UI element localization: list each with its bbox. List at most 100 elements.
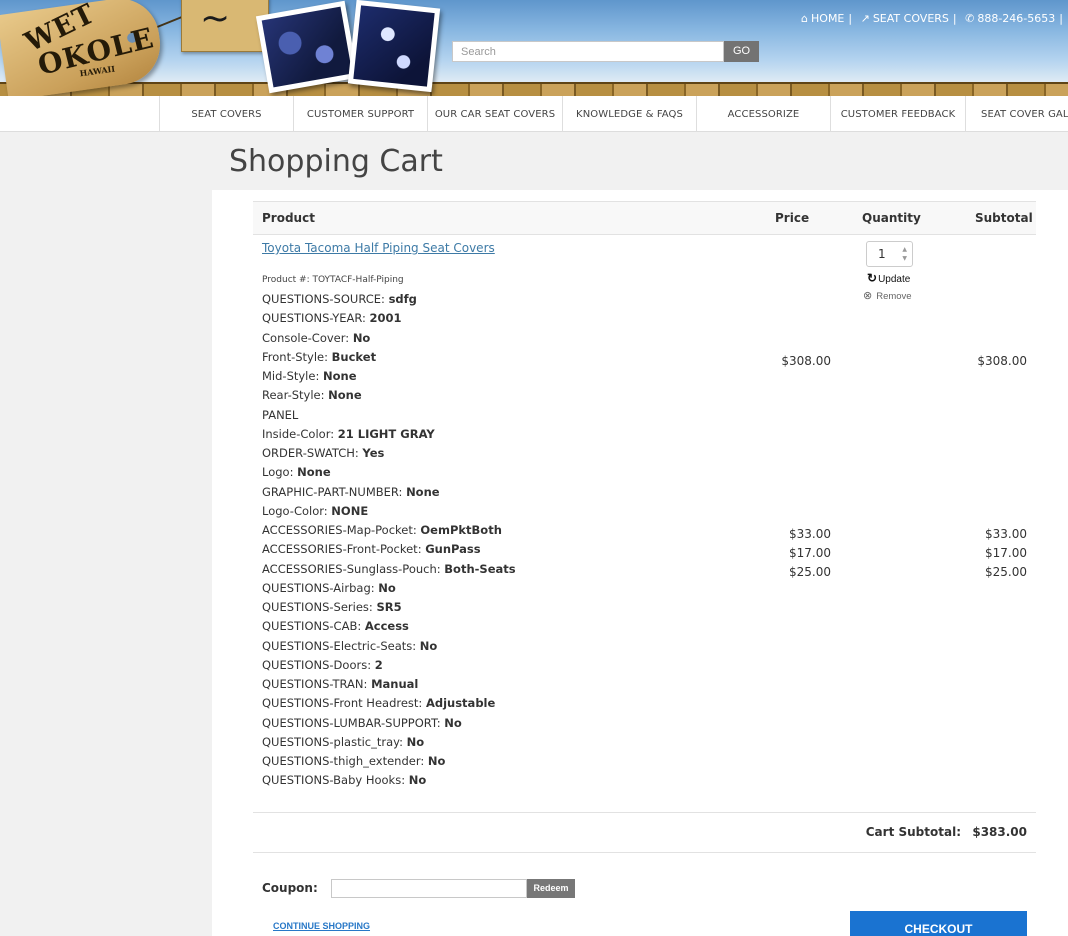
option-value: No bbox=[408, 773, 427, 788]
product-option-row: QUESTIONS-Series: SR5 bbox=[262, 598, 762, 617]
option-value: Access bbox=[364, 619, 409, 634]
option-label: QUESTIONS-TRAN: bbox=[262, 677, 372, 691]
accessory-subtotal: $25.00 bbox=[985, 565, 1027, 579]
option-value: SR5 bbox=[376, 600, 402, 614]
option-value: Both-Seats bbox=[444, 561, 516, 576]
continue-shopping-link[interactable]: CONTINUE SHOPPING bbox=[273, 921, 370, 931]
option-label: QUESTIONS-SOURCE: bbox=[262, 292, 389, 306]
accessory-price: $17.00 bbox=[789, 546, 831, 560]
product-option-row: Logo-Color: NONE bbox=[262, 502, 762, 521]
product-option-row: QUESTIONS-SOURCE: sdfg bbox=[262, 290, 762, 309]
option-label: Console-Cover: bbox=[262, 330, 353, 345]
stepper-arrows-icon[interactable]: ▲ ▼ bbox=[902, 245, 907, 263]
product-option-row: ORDER-SWATCH: Yes bbox=[262, 444, 762, 463]
option-label: QUESTIONS-Series: bbox=[262, 600, 377, 614]
option-label: QUESTIONS-Front Headrest: bbox=[262, 696, 426, 711]
seat-photo-1 bbox=[255, 0, 359, 94]
redeem-button[interactable]: Redeem bbox=[527, 879, 575, 898]
product-option-row: QUESTIONS-Airbag: No bbox=[262, 579, 762, 598]
option-label: PANEL bbox=[262, 407, 299, 422]
option-value: No bbox=[427, 754, 446, 768]
option-value: Manual bbox=[371, 677, 419, 691]
remove-circle-icon: ⊗ bbox=[863, 290, 873, 302]
option-value: No bbox=[378, 580, 396, 595]
quantity-stepper[interactable]: 1 ▲ ▼ bbox=[866, 241, 913, 267]
option-value: Adjustable bbox=[425, 696, 496, 711]
product-option-row: QUESTIONS-thigh_extender: No bbox=[262, 752, 762, 771]
coupon-label: Coupon: bbox=[262, 881, 318, 895]
option-label: QUESTIONS-CAB: bbox=[262, 619, 365, 634]
product-number: Product #: TOYTACF-Half-Piping bbox=[262, 275, 404, 285]
option-label: QUESTIONS-Electric-Seats: bbox=[262, 638, 420, 653]
option-label: ACCESSORIES-Map-Pocket: bbox=[262, 523, 421, 537]
nav-item-seat-covers[interactable]: SEAT COVERS bbox=[160, 96, 294, 132]
header-quantity: Quantity bbox=[862, 211, 921, 225]
option-value: None bbox=[328, 388, 362, 403]
nav-item-customer-feedback[interactable]: CUSTOMER FEEDBACK bbox=[831, 96, 966, 132]
main-nav: SEAT COVERS CUSTOMER SUPPORT OUR CAR SEA… bbox=[0, 96, 1068, 132]
accessory-subtotal: $17.00 bbox=[985, 546, 1027, 560]
nav-item-customer-support[interactable]: CUSTOMER SUPPORT bbox=[294, 96, 428, 132]
seat-photo-2 bbox=[347, 0, 441, 93]
product-option-row: QUESTIONS-Front Headrest: Adjustable bbox=[262, 694, 762, 713]
option-label: Mid-Style: bbox=[262, 369, 323, 383]
option-label: QUESTIONS-thigh_extender: bbox=[262, 754, 428, 768]
search-go-button[interactable]: GO bbox=[724, 41, 759, 62]
product-option-row: QUESTIONS-Electric-Seats: No bbox=[262, 637, 762, 656]
search-input[interactable]: Search bbox=[452, 41, 724, 62]
option-value: OemPktBoth bbox=[420, 523, 502, 537]
option-label: Rear-Style: bbox=[262, 388, 329, 403]
product-option-row: ACCESSORIES-Map-Pocket: OemPktBoth bbox=[262, 521, 762, 540]
item-price: $308.00 bbox=[781, 354, 831, 368]
top-nav: ⌂ HOME | ↗ SEAT COVERS | ✆ 888-246-5653 | bbox=[801, 12, 1063, 25]
accessory-subtotal: $33.00 bbox=[985, 527, 1027, 541]
product-option-row: Console-Cover: No bbox=[262, 329, 762, 348]
dolphin-icon: ~ bbox=[200, 0, 231, 39]
option-value: None bbox=[322, 369, 357, 383]
option-value: No bbox=[406, 734, 425, 749]
product-option-row: Inside-Color: 21 LIGHT GRAY bbox=[262, 425, 762, 444]
bamboo-border bbox=[0, 82, 1068, 96]
nav-item-seat-cover-gallery[interactable]: SEAT COVER GALLI bbox=[966, 96, 1068, 132]
nav-item-knowledge-faqs[interactable]: KNOWLEDGE & FAQS bbox=[563, 96, 697, 132]
header-subtotal: Subtotal bbox=[975, 211, 1033, 225]
remove-button[interactable]: ⊗ Remove bbox=[863, 289, 912, 302]
site-header: WET OKOLE HAWAII ~ ⌂ HOME | ↗ SEAT COVERS | … bbox=[0, 0, 1068, 96]
cart-subtotal-row: Cart Subtotal: $383.00 bbox=[253, 812, 1036, 853]
product-name-link[interactable]: Toyota Tacoma Half Piping Seat Covers bbox=[262, 241, 495, 255]
option-value: No bbox=[352, 330, 371, 345]
cart-subtotal-label: Cart Subtotal: bbox=[865, 825, 961, 839]
option-label: ACCESSORIES-Sunglass-Pouch: bbox=[262, 561, 445, 576]
option-label: QUESTIONS-plastic_tray: bbox=[262, 734, 407, 749]
dolphin-logo-image: ~ bbox=[181, 0, 269, 52]
nav-item-accessorize[interactable]: ACCESSORIZE bbox=[697, 96, 831, 132]
option-value: Bucket bbox=[331, 349, 377, 364]
update-button[interactable]: ↻Update bbox=[867, 271, 910, 285]
product-option-row: GRAPHIC-PART-NUMBER: None bbox=[262, 483, 762, 502]
top-nav-phone[interactable]: 888-246-5653 bbox=[977, 12, 1055, 25]
product-option-row: PANEL bbox=[262, 406, 762, 425]
phone-icon: ✆ bbox=[965, 12, 975, 25]
option-value: GunPass bbox=[425, 542, 481, 557]
header-product: Product bbox=[262, 211, 315, 225]
option-label: ORDER-SWATCH: bbox=[262, 446, 363, 460]
option-label: GRAPHIC-PART-NUMBER: bbox=[262, 484, 407, 499]
checkout-button[interactable]: CHECKOUT bbox=[850, 911, 1027, 936]
quantity-value[interactable]: 1 bbox=[878, 247, 886, 261]
product-option-row: QUESTIONS-YEAR: 2001 bbox=[262, 309, 762, 328]
option-value: 2 bbox=[374, 657, 383, 672]
accessory-price: $25.00 bbox=[789, 565, 831, 579]
option-label: QUESTIONS-Doors: bbox=[262, 657, 375, 672]
refresh-icon: ↻ bbox=[867, 271, 878, 285]
top-nav-home[interactable]: HOME bbox=[811, 12, 844, 25]
nav-item-our-car-seat-covers[interactable]: OUR CAR SEAT COVERS bbox=[428, 96, 563, 132]
product-option-row: QUESTIONS-LUMBAR-SUPPORT: No bbox=[262, 714, 762, 733]
product-option-row: Mid-Style: None bbox=[262, 367, 762, 386]
option-value: No bbox=[444, 715, 462, 730]
coupon-input[interactable] bbox=[331, 879, 527, 898]
header-price: Price bbox=[775, 211, 810, 225]
option-label: QUESTIONS-LUMBAR-SUPPORT: bbox=[262, 715, 445, 730]
product-option-row: Rear-Style: None bbox=[262, 386, 762, 405]
option-label: Logo-Color: bbox=[262, 503, 332, 518]
top-nav-seat-covers[interactable]: SEAT COVERS bbox=[873, 12, 949, 25]
